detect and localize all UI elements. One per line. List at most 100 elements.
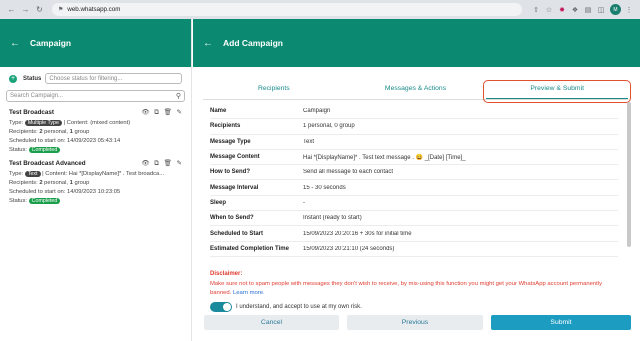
preview-row: Sleep -	[210, 196, 618, 212]
browser-toolbar: ← → ↻ ⚑ web.whatsapp.com ⇧ ☆ ✸ ❖ ▤ ◫ M ⋮	[0, 0, 640, 19]
group-count: 1	[69, 129, 73, 135]
content-summary: | Content: Hai *[DisplayName]* . Test br…	[42, 171, 165, 177]
back-arrow-icon[interactable]: ←	[10, 38, 20, 49]
url-text: web.whatsapp.com	[67, 6, 121, 13]
reload-icon[interactable]: ↻	[34, 4, 45, 15]
learn-more-link[interactable]: Learn more.	[233, 290, 265, 296]
tab-recipients[interactable]: Recipients	[203, 78, 345, 99]
forward-arrow-icon[interactable]: →	[20, 4, 31, 15]
content-summary: | Content: (mixed content)	[63, 120, 131, 126]
status-filter-placeholder: Choose status for filtering...	[49, 75, 123, 82]
scrollbar[interactable]	[627, 102, 631, 247]
personal-count: 2	[39, 180, 43, 186]
preview-row: Name Campaign	[210, 104, 618, 120]
edit-pencil-icon[interactable]: ✎	[177, 160, 182, 167]
disclaimer-title: Disclaimer:	[210, 271, 243, 277]
row-value: -	[303, 199, 305, 206]
recipients-line: Recipients: 2 personal, 1 group	[9, 129, 182, 135]
status-filter-select[interactable]: Choose status for filtering...	[45, 73, 182, 84]
share-icon[interactable]: ⇧	[531, 5, 541, 15]
view-eye-icon[interactable]: 👁	[141, 160, 149, 167]
campaign-type-line: Type: Multiple Type | Content: (mixed co…	[9, 120, 182, 126]
previous-button[interactable]: Previous	[347, 315, 483, 330]
status-line-label: Status:	[9, 147, 28, 153]
campaign-item[interactable]: Test Broadcast Advanced 👁 ⧉ 🗑 ✎ Type: Te…	[0, 153, 191, 204]
view-eye-icon[interactable]: 👁	[141, 109, 149, 116]
row-value: Text	[303, 138, 315, 145]
personal-label: personal,	[44, 180, 69, 186]
group-count: 1	[69, 180, 73, 186]
campaign-item[interactable]: Test Broadcast 👁 ⧉ 🗑 ✎ Type: Multiple Ty…	[0, 102, 191, 153]
back-arrow-icon[interactable]: ←	[203, 38, 213, 49]
preview-row: Message Type Text	[210, 135, 618, 150]
delete-trash-icon[interactable]: 🗑	[164, 109, 172, 116]
group-label: group	[74, 129, 90, 135]
preview-row: How to Send? Send all message to each co…	[210, 165, 618, 181]
row-key: How to Send?	[210, 169, 250, 176]
scheduled-line: Scheduled to start on: 14/09/2023 05:43:…	[9, 138, 121, 144]
menu-kebab-icon[interactable]: ⋮	[624, 5, 634, 15]
preview-table: Name Campaign Recipients 1 personal, 0 g…	[210, 104, 618, 257]
preview-row: Message Interval 15 - 30 seconds	[210, 180, 618, 196]
preview-row: Scheduled to Start 15/09/2023 20:20:16 +…	[210, 226, 618, 242]
preview-row: Message Content Hai *[DisplayName]* . Te…	[210, 150, 618, 166]
campaign-type-line: Type: Text | Content: Hai *[DisplayName]…	[9, 171, 182, 177]
tab-highlight-outline	[483, 80, 631, 103]
panel-title: Add Campaign	[223, 38, 283, 48]
status-line: Status: Completed	[9, 198, 182, 204]
status-label: Status	[23, 75, 42, 82]
edit-pencil-icon[interactable]: ✎	[177, 109, 182, 116]
puzzle-extensions-icon[interactable]: ❖	[570, 5, 580, 15]
address-bar[interactable]: ⚑ web.whatsapp.com	[52, 3, 522, 16]
row-key: Message Interval	[210, 184, 259, 191]
panel-title: Campaign	[30, 38, 72, 48]
row-key: Estimated Completion Time	[210, 245, 289, 252]
search-placeholder: Search Campaign...	[10, 93, 64, 99]
site-info-icon[interactable]: ⚑	[58, 6, 63, 13]
add-campaign-panel: ← Add Campaign Recipients Messages & Act…	[193, 19, 640, 341]
type-badge: Multiple Type	[24, 120, 62, 126]
personal-label: personal,	[44, 129, 69, 135]
row-key: Message Content	[210, 154, 260, 161]
row-value: Campaign	[303, 108, 331, 115]
row-value: 15 - 30 seconds	[303, 184, 346, 191]
disclaimer-body: Make sure not to spam people with messag…	[210, 281, 603, 296]
submit-button[interactable]: Submit	[491, 315, 631, 330]
row-value: Instant (ready to start)	[303, 215, 362, 222]
campaign-title: Test Broadcast	[9, 109, 55, 116]
extension-icon[interactable]: ✸	[557, 5, 567, 15]
recipients-label: Recipients:	[9, 180, 38, 186]
search-icon[interactable]: ⚲	[176, 92, 181, 100]
copy-icon[interactable]: ⧉	[154, 109, 159, 116]
recipients-label: Recipients:	[9, 129, 38, 135]
bookmark-star-icon[interactable]: ☆	[544, 5, 554, 15]
status-line-label: Status:	[9, 198, 28, 204]
profile-avatar[interactable]: M	[610, 4, 621, 15]
row-key: Message Type	[210, 138, 251, 145]
campaign-list-panel: ← Campaign + Status Choose status for fi…	[0, 19, 192, 341]
accept-risk-toggle[interactable]	[210, 302, 232, 312]
accept-risk-row: I understand, and accept to use at my ow…	[210, 302, 362, 312]
campaign-search-input[interactable]: Search Campaign... ⚲	[6, 90, 185, 102]
tab-messages-actions[interactable]: Messages & Actions	[345, 78, 487, 99]
status-badge: Completed	[28, 198, 61, 204]
copy-icon[interactable]: ⧉	[154, 160, 159, 167]
row-value: 1 personal, 0 group	[303, 123, 355, 130]
wizard-buttons: Cancel Previous Submit	[204, 315, 631, 330]
row-key: Recipients	[210, 123, 241, 130]
status-badge: Completed	[28, 147, 61, 153]
preview-row: When to Send? Instant (ready to start)	[210, 211, 618, 227]
preview-row: Recipients 1 personal, 0 group	[210, 119, 618, 135]
row-value: Hai *[DisplayName]* . Test text message …	[303, 154, 466, 161]
tab-search-icon[interactable]: ▤	[583, 5, 593, 15]
type-label: Type:	[9, 171, 24, 177]
side-panel-icon[interactable]: ◫	[596, 5, 606, 15]
back-arrow-icon[interactable]: ←	[6, 4, 17, 15]
add-campaign-header: ← Add Campaign	[193, 19, 640, 67]
cancel-button[interactable]: Cancel	[204, 315, 339, 330]
delete-trash-icon[interactable]: 🗑	[164, 160, 172, 167]
status-filter-row: + Status Choose status for filtering...	[0, 67, 191, 84]
recipients-line: Recipients: 2 personal, 1 group	[9, 180, 182, 186]
add-campaign-icon[interactable]: +	[9, 74, 17, 83]
row-value: Send all message to each contact	[303, 169, 394, 176]
